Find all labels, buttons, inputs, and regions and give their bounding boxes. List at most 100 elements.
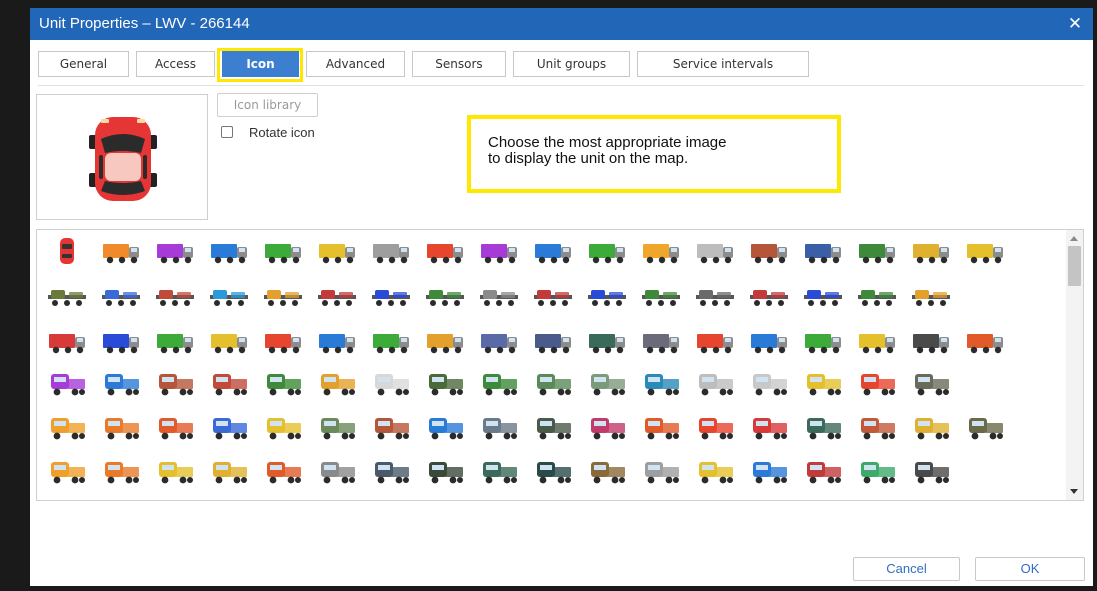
vehicle-icon[interactable] xyxy=(911,326,951,356)
vehicle-icon[interactable] xyxy=(371,236,411,266)
vehicle-icon[interactable] xyxy=(101,236,141,266)
close-icon[interactable]: ✕ xyxy=(1063,12,1087,36)
tab-unit-groups[interactable]: Unit groups xyxy=(513,51,630,77)
vehicle-icon[interactable] xyxy=(371,282,411,312)
vehicle-icon[interactable] xyxy=(533,456,573,486)
vehicle-icon[interactable] xyxy=(533,282,573,312)
vehicle-icon[interactable] xyxy=(317,456,357,486)
vehicle-icon[interactable] xyxy=(263,236,303,266)
vehicle-icon[interactable] xyxy=(47,456,87,486)
vehicle-icon[interactable] xyxy=(749,456,789,486)
vehicle-icon[interactable] xyxy=(209,282,249,312)
vehicle-icon[interactable] xyxy=(587,326,627,356)
vehicle-icon[interactable] xyxy=(695,412,735,442)
vehicle-icon[interactable] xyxy=(803,236,843,266)
vehicle-icon[interactable] xyxy=(533,236,573,266)
vehicle-icon[interactable] xyxy=(749,368,789,398)
vehicle-icon[interactable] xyxy=(155,282,195,312)
vehicle-icon[interactable] xyxy=(47,498,87,501)
vehicle-icon[interactable] xyxy=(371,412,411,442)
vehicle-icon[interactable] xyxy=(371,368,411,398)
vehicle-icon[interactable] xyxy=(47,236,87,266)
vehicle-icon[interactable] xyxy=(101,326,141,356)
vehicle-icon[interactable] xyxy=(425,368,465,398)
vehicle-icon[interactable] xyxy=(47,412,87,442)
vehicle-icon[interactable] xyxy=(857,368,897,398)
vehicle-icon[interactable] xyxy=(47,326,87,356)
vehicle-icon[interactable] xyxy=(911,456,951,486)
vehicle-icon[interactable] xyxy=(263,412,303,442)
vehicle-icon[interactable] xyxy=(911,412,951,442)
vehicle-icon[interactable] xyxy=(47,282,87,312)
scroll-down-icon[interactable] xyxy=(1070,489,1078,494)
vehicle-icon[interactable] xyxy=(965,236,1005,266)
tab-service-intervals[interactable]: Service intervals xyxy=(637,51,809,77)
vehicle-icon[interactable] xyxy=(317,282,357,312)
vehicle-icon[interactable] xyxy=(911,236,951,266)
vehicle-icon[interactable] xyxy=(317,236,357,266)
vehicle-icon[interactable] xyxy=(425,326,465,356)
vehicle-icon[interactable] xyxy=(533,412,573,442)
vehicle-icon[interactable] xyxy=(263,326,303,356)
vehicle-icon[interactable] xyxy=(263,282,303,312)
vehicle-icon[interactable] xyxy=(857,282,897,312)
vehicle-icon[interactable] xyxy=(317,326,357,356)
vehicle-icon[interactable] xyxy=(857,456,897,486)
vehicle-icon[interactable] xyxy=(479,412,519,442)
vehicle-icon[interactable] xyxy=(155,326,195,356)
vehicle-icon[interactable] xyxy=(101,412,141,442)
vehicle-icon[interactable] xyxy=(641,368,681,398)
vehicle-icon[interactable] xyxy=(641,236,681,266)
vehicle-icon[interactable] xyxy=(857,412,897,442)
vehicle-icon[interactable] xyxy=(209,498,249,501)
vehicle-icon[interactable] xyxy=(479,282,519,312)
vehicle-icon[interactable] xyxy=(641,282,681,312)
vehicle-icon[interactable] xyxy=(371,456,411,486)
vehicle-icon[interactable] xyxy=(155,456,195,486)
vehicle-icon[interactable] xyxy=(803,368,843,398)
grid-scrollbar[interactable] xyxy=(1066,230,1083,500)
vehicle-icon[interactable] xyxy=(749,412,789,442)
tab-icon[interactable]: Icon xyxy=(222,51,299,77)
vehicle-icon[interactable] xyxy=(749,282,789,312)
vehicle-icon[interactable] xyxy=(749,236,789,266)
vehicle-icon[interactable] xyxy=(479,368,519,398)
icon-library-button[interactable]: Icon library xyxy=(217,93,318,117)
cancel-button[interactable]: Cancel xyxy=(853,557,960,581)
vehicle-icon[interactable] xyxy=(965,412,1005,442)
tab-general[interactable]: General xyxy=(38,51,129,77)
vehicle-icon[interactable] xyxy=(209,412,249,442)
vehicle-icon[interactable] xyxy=(425,456,465,486)
vehicle-icon[interactable] xyxy=(695,368,735,398)
vehicle-icon[interactable] xyxy=(803,326,843,356)
vehicle-icon[interactable] xyxy=(425,236,465,266)
vehicle-icon[interactable] xyxy=(749,326,789,356)
vehicle-icon[interactable] xyxy=(101,282,141,312)
vehicle-icon[interactable] xyxy=(425,412,465,442)
vehicle-icon[interactable] xyxy=(479,236,519,266)
vehicle-icon[interactable] xyxy=(209,456,249,486)
vehicle-icon[interactable] xyxy=(803,282,843,312)
tab-advanced[interactable]: Advanced xyxy=(306,51,405,77)
rotate-icon-checkbox[interactable] xyxy=(221,126,233,138)
vehicle-icon[interactable] xyxy=(857,236,897,266)
vehicle-icon[interactable] xyxy=(263,498,303,501)
vehicle-icon[interactable] xyxy=(317,498,357,501)
vehicle-icon[interactable] xyxy=(587,456,627,486)
vehicle-icon[interactable] xyxy=(641,456,681,486)
vehicle-icon[interactable] xyxy=(263,456,303,486)
vehicle-icon[interactable] xyxy=(317,368,357,398)
tab-sensors[interactable]: Sensors xyxy=(412,51,506,77)
vehicle-icon[interactable] xyxy=(155,368,195,398)
vehicle-icon[interactable] xyxy=(425,498,465,501)
vehicle-icon[interactable] xyxy=(695,282,735,312)
vehicle-icon[interactable] xyxy=(371,326,411,356)
vehicle-icon[interactable] xyxy=(911,282,951,312)
vehicle-icon[interactable] xyxy=(101,498,141,501)
vehicle-icon[interactable] xyxy=(803,412,843,442)
vehicle-icon[interactable] xyxy=(641,412,681,442)
vehicle-icon[interactable] xyxy=(803,456,843,486)
vehicle-icon[interactable] xyxy=(425,282,465,312)
vehicle-icon[interactable] xyxy=(857,326,897,356)
vehicle-icon[interactable] xyxy=(695,326,735,356)
